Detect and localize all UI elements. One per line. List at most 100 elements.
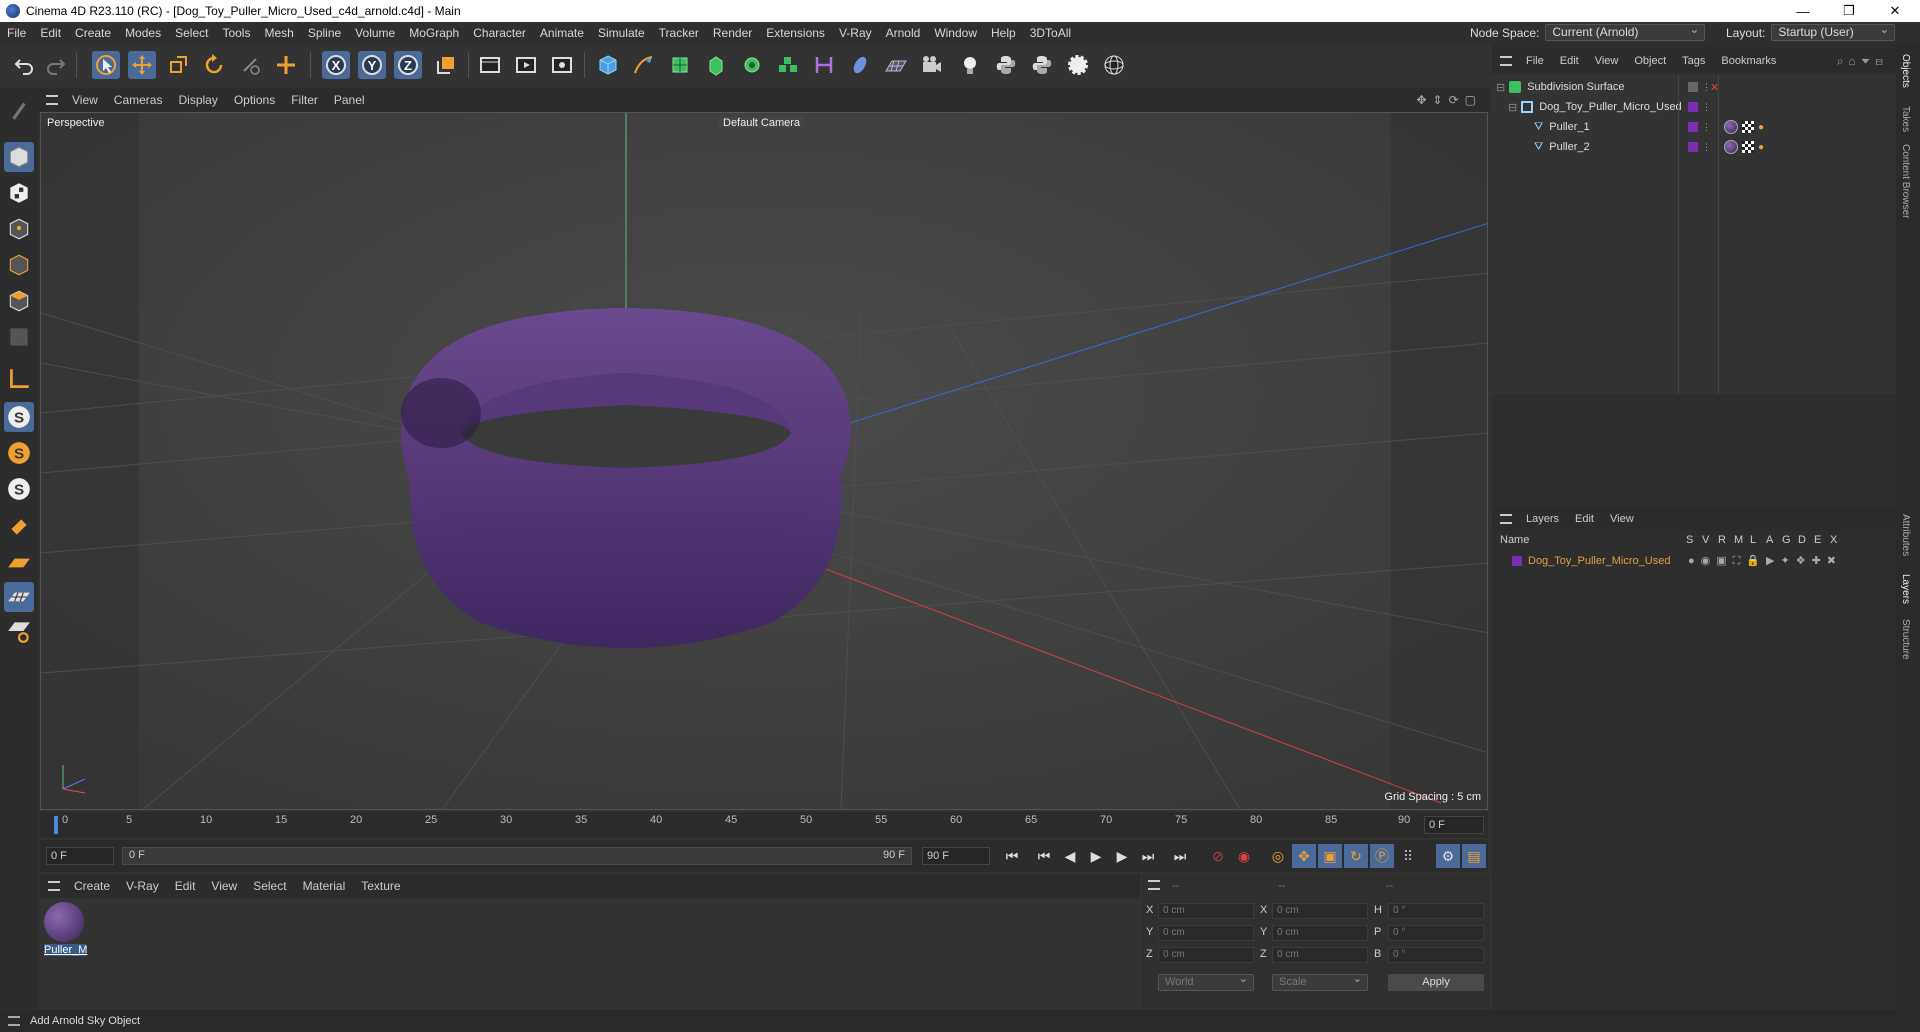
coordinate-system-icon[interactable] (432, 51, 460, 79)
render-view-icon[interactable] (476, 51, 504, 79)
minimize-button[interactable]: — (1780, 0, 1826, 22)
field-icon[interactable] (846, 51, 874, 79)
menu-arnold[interactable]: Arnold (879, 22, 928, 44)
position-x-field[interactable]: 0 cm (1158, 903, 1254, 919)
layer-menu-layers[interactable]: Layers (1518, 513, 1567, 525)
menu-select[interactable]: Select (168, 22, 215, 44)
cube-object-icon[interactable] (594, 51, 622, 79)
autokey-icon[interactable]: ◉ (1232, 844, 1256, 868)
position-y-field[interactable]: 0 cm (1158, 925, 1254, 941)
rotation-p-field[interactable]: 0 ° (1388, 925, 1484, 941)
object-menu-icon[interactable] (1500, 56, 1512, 66)
rotate-tool-icon[interactable] (200, 51, 228, 79)
menu-mesh[interactable]: Mesh (257, 22, 300, 44)
object-menu-file[interactable]: File (1518, 55, 1552, 67)
material-tag-icon[interactable] (1724, 120, 1738, 134)
menu-tracker[interactable]: Tracker (652, 22, 706, 44)
menu-volume[interactable]: Volume (348, 22, 402, 44)
record-off-icon[interactable]: ⊘ (1206, 844, 1230, 868)
menu-character[interactable]: Character (466, 22, 533, 44)
3d-viewport[interactable]: Perspective Default Camera Grid Spacing … (40, 112, 1488, 810)
edges-mode-icon[interactable] (4, 250, 34, 280)
play-icon[interactable]: ▶ (1084, 844, 1108, 868)
arnold-sky-icon[interactable] (1100, 51, 1128, 79)
menu-create[interactable]: Create (68, 22, 118, 44)
go-to-start-icon[interactable]: ⏮ (1000, 844, 1024, 868)
viewport-menu-panel[interactable]: Panel (326, 93, 373, 107)
menu-vray[interactable]: V-Ray (832, 22, 879, 44)
coord-transform-select[interactable]: Scale (1272, 972, 1368, 991)
layer-swatch[interactable] (1688, 82, 1698, 92)
key-param-icon[interactable]: Ⓟ (1370, 844, 1394, 868)
viewport-menu-cameras[interactable]: Cameras (106, 93, 171, 107)
magnet-icon[interactable] (4, 512, 34, 542)
menu-mograph[interactable]: MoGraph (402, 22, 466, 44)
cloner-icon[interactable] (738, 51, 766, 79)
texture-tag-icon[interactable] (1742, 121, 1754, 133)
camera-label[interactable]: Default Camera (719, 117, 805, 129)
menu-3dtoall[interactable]: 3DToAll (1023, 22, 1078, 44)
layout-select[interactable]: Startup (User) (1771, 22, 1896, 41)
key-pla-icon[interactable]: ⠿ (1396, 844, 1420, 868)
redo-icon[interactable] (42, 51, 70, 79)
python-script-icon[interactable] (992, 51, 1020, 79)
z-axis-lock-icon[interactable]: Z (394, 51, 422, 79)
key-rotation-icon[interactable]: ↻ (1344, 844, 1368, 868)
menu-render[interactable]: Render (706, 22, 759, 44)
side-tab-takes[interactable]: Takes (1900, 106, 1911, 132)
material-menu-create[interactable]: Create (66, 879, 118, 893)
apply-button[interactable]: Apply (1388, 974, 1484, 991)
go-to-end-icon[interactable]: ⏭ (1168, 844, 1192, 868)
layer-menu-icon[interactable] (1500, 514, 1512, 524)
select-tool-icon[interactable] (92, 51, 120, 79)
material-menu-vray[interactable]: V-Ray (118, 879, 167, 893)
menu-tools[interactable]: Tools (215, 22, 257, 44)
menu-help[interactable]: Help (984, 22, 1023, 44)
material-menu-select[interactable]: Select (245, 879, 294, 893)
layer-swatch[interactable] (1688, 142, 1698, 152)
timeline-window-icon[interactable]: ▤ (1462, 844, 1486, 868)
next-key-icon[interactable]: ⏭ (1136, 844, 1160, 868)
settings-gear-icon[interactable] (1064, 51, 1092, 79)
scale-tool-icon[interactable] (164, 51, 192, 79)
floor-icon[interactable] (882, 51, 910, 79)
rotation-h-field[interactable]: 0 ° (1388, 903, 1484, 919)
workplane-icon[interactable] (4, 548, 34, 578)
axis-mode-icon[interactable] (4, 364, 34, 394)
deformer-bend-icon[interactable] (810, 51, 838, 79)
maximize-button[interactable]: ❐ (1826, 0, 1872, 22)
snap-workplane-icon[interactable]: S (4, 474, 34, 504)
extrude-icon[interactable] (702, 51, 730, 79)
viewport-menu-view[interactable]: View (64, 93, 106, 107)
playhead[interactable] (54, 816, 58, 834)
layer-color-swatch[interactable] (1512, 556, 1522, 566)
model-mode-icon[interactable] (4, 142, 34, 172)
previous-frame-icon[interactable]: ◀ (1058, 844, 1082, 868)
side-tab-layers[interactable]: Layers (1900, 574, 1911, 604)
side-tab-content-browser[interactable]: Content Browser (1900, 144, 1911, 218)
menu-modes[interactable]: Modes (118, 22, 168, 44)
material-menu-material[interactable]: Material (295, 879, 354, 893)
start-frame-field[interactable]: 0 F (46, 847, 114, 865)
size-x-field[interactable]: 0 cm (1272, 903, 1368, 919)
menu-file[interactable]: File (0, 22, 33, 44)
material-menu-icon[interactable] (48, 881, 60, 891)
layer-menu-view[interactable]: View (1602, 513, 1642, 525)
move-tool-icon[interactable] (128, 51, 156, 79)
subdivision-surface-icon[interactable] (666, 51, 694, 79)
recent-tool-icon[interactable] (236, 51, 264, 79)
size-z-field[interactable]: 0 cm (1272, 947, 1368, 963)
x-axis-lock-icon[interactable]: X (322, 51, 350, 79)
viewport-nav-icons[interactable]: ✥⇕⟳▢ (1416, 93, 1482, 107)
texture-tag-icon[interactable] (1742, 141, 1754, 153)
position-z-field[interactable]: 0 cm (1158, 947, 1254, 963)
viewport-menu-options[interactable]: Options (226, 93, 283, 107)
key-position-icon[interactable]: ✥ (1292, 844, 1316, 868)
object-menu-view[interactable]: View (1587, 55, 1627, 67)
viewport-menu-display[interactable]: Display (170, 93, 225, 107)
menu-simulate[interactable]: Simulate (591, 22, 652, 44)
camera-icon[interactable] (918, 51, 946, 79)
frame-range-slider[interactable]: 0 F 90 F (122, 847, 912, 865)
rotation-b-field[interactable]: 0 ° (1388, 947, 1484, 963)
current-frame-field[interactable]: 0 F (1424, 816, 1484, 834)
